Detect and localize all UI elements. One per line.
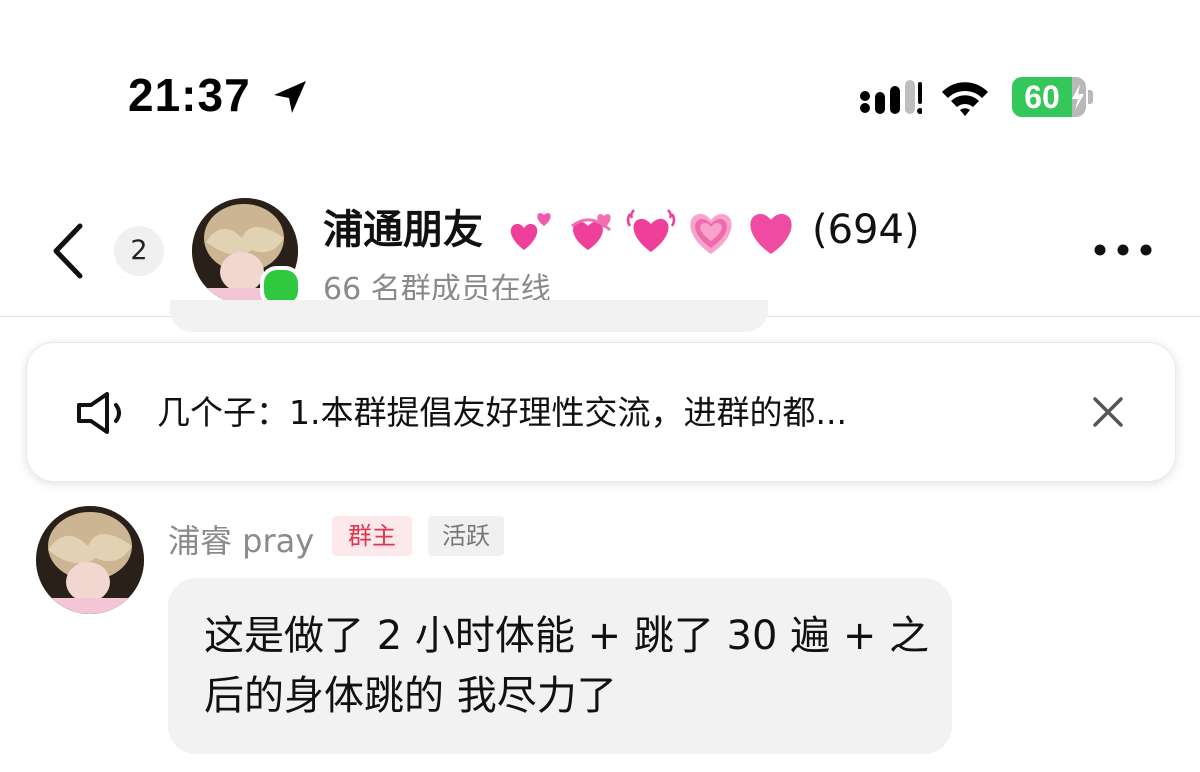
pink-heart-icon (750, 213, 792, 254)
more-dots-icon[interactable] (1092, 238, 1154, 262)
close-icon[interactable] (1091, 395, 1125, 429)
announcement-banner[interactable]: 几个子：1.本群提倡友好理性交流，进群的都... (26, 342, 1176, 482)
unread-count-badge[interactable]: 2 (114, 226, 164, 276)
avatar-photo (36, 506, 144, 614)
sender-name[interactable]: 浦睿 pray (168, 516, 314, 562)
growing-heart-icon (690, 213, 732, 254)
battery-percentage: 60 (1024, 79, 1060, 115)
two-hearts-icon (510, 213, 551, 250)
revolving-hearts-icon (571, 214, 612, 250)
speaker-icon (77, 392, 121, 434)
location-arrow-icon (274, 81, 306, 113)
group-name[interactable]: 浦通朋友 (323, 202, 483, 258)
charging-bolt-icon (1072, 84, 1084, 110)
chevron-left-icon[interactable] (48, 222, 88, 280)
announcement-text: 几个子：1.本群提倡友好理性交流，进群的都... (157, 393, 847, 432)
battery-tip (1088, 90, 1093, 104)
activity-badge: 活跃 (428, 516, 504, 556)
sender-avatar[interactable] (36, 506, 144, 614)
chat-header: 2 浦通朋友 (694) 66 名群成员在线 (0, 150, 1200, 317)
message-text: 这是做了 2 小时体能 + 跳了 30 遍 + 之后的身体跳的 我尽力了 (204, 613, 930, 719)
wifi-icon (942, 82, 988, 116)
beating-heart-icon (626, 209, 676, 252)
role-badge: 群主 (332, 516, 412, 556)
previous-message-bubble (170, 300, 768, 332)
chat-screen: 21:37 60 2 浦通朋友 (694) 66 名群成员在线 几个子：1.本群… (0, 0, 1200, 772)
status-time: 21:37 (128, 69, 251, 121)
title-emojis (504, 204, 798, 260)
status-bar: 21:37 60 (0, 0, 1200, 150)
member-count: (694) (812, 207, 920, 253)
message-bubble[interactable]: 这是做了 2 小时体能 + 跳了 30 遍 + 之后的身体跳的 我尽力了 (168, 578, 952, 754)
battery-icon: 60 (1012, 77, 1086, 117)
cellular-signal-icon (860, 80, 922, 114)
